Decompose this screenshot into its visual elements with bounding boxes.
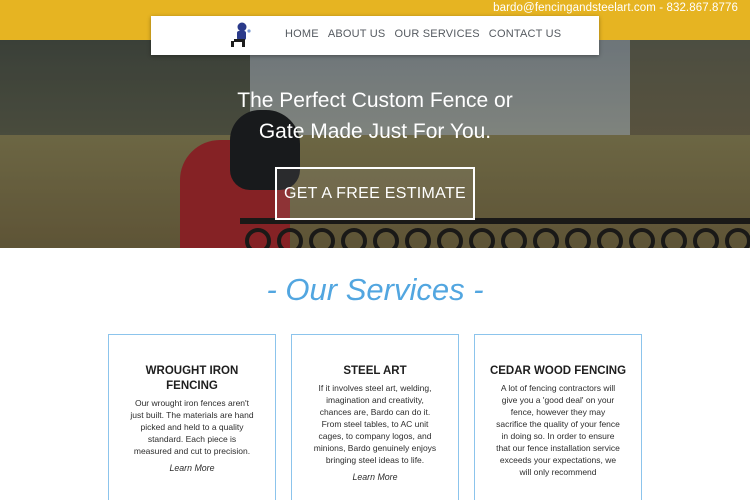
service-card-title: STEEL ART — [343, 365, 407, 377]
nav-bar: HOME ABOUT US OUR SERVICES CONTACT US — [151, 16, 599, 55]
service-card-steel-art: STEEL ART If it involves steel art, weld… — [291, 334, 459, 500]
contact-info[interactable]: bardo@fencingandsteelart.com - 832.867.8… — [493, 2, 738, 14]
service-card-wrought-iron: WROUGHT IRON FENCING Our wrought iron fe… — [108, 334, 276, 500]
nav-item-about-us[interactable]: ABOUT US — [328, 28, 386, 40]
service-card-description: Our wrought iron fences aren't just buil… — [130, 398, 254, 456]
hero-headline-line-2: Gate Made Just For You. — [258, 120, 492, 143]
services-heading: - Our Services - — [266, 272, 484, 307]
nav-item-our-services[interactable]: OUR SERVICES — [394, 28, 479, 40]
service-card-title: CEDAR WOOD FENCING — [489, 365, 627, 377]
learn-more-link[interactable]: Learn More — [109, 463, 275, 473]
main-nav: HOME ABOUT US OUR SERVICES CONTACT US — [285, 28, 570, 40]
service-card-cedar-wood: CEDAR WOOD FENCING A lot of fencing cont… — [474, 334, 642, 500]
nav-item-contact-us[interactable]: CONTACT US — [489, 28, 562, 40]
service-card-title: WROUGHT IRON FENCING — [145, 365, 239, 392]
service-card-description: If it involves steel art, welding, imagi… — [313, 383, 437, 465]
service-card-description: A lot of fencing contractors will give y… — [496, 383, 620, 477]
hero-banner: The Perfect Custom Fence or Gate Made Ju… — [0, 40, 750, 248]
hero-headline: The Perfect Custom Fence or Gate Made Ju… — [0, 85, 750, 147]
nav-item-home[interactable]: HOME — [285, 28, 319, 40]
free-estimate-button[interactable]: GET A FREE ESTIMATE — [275, 167, 475, 220]
kneeling-welder-logo-icon[interactable] — [227, 20, 257, 50]
hero-headline-line-1: The Perfect Custom Fence or — [237, 89, 513, 112]
learn-more-link[interactable]: Learn More — [292, 472, 458, 482]
